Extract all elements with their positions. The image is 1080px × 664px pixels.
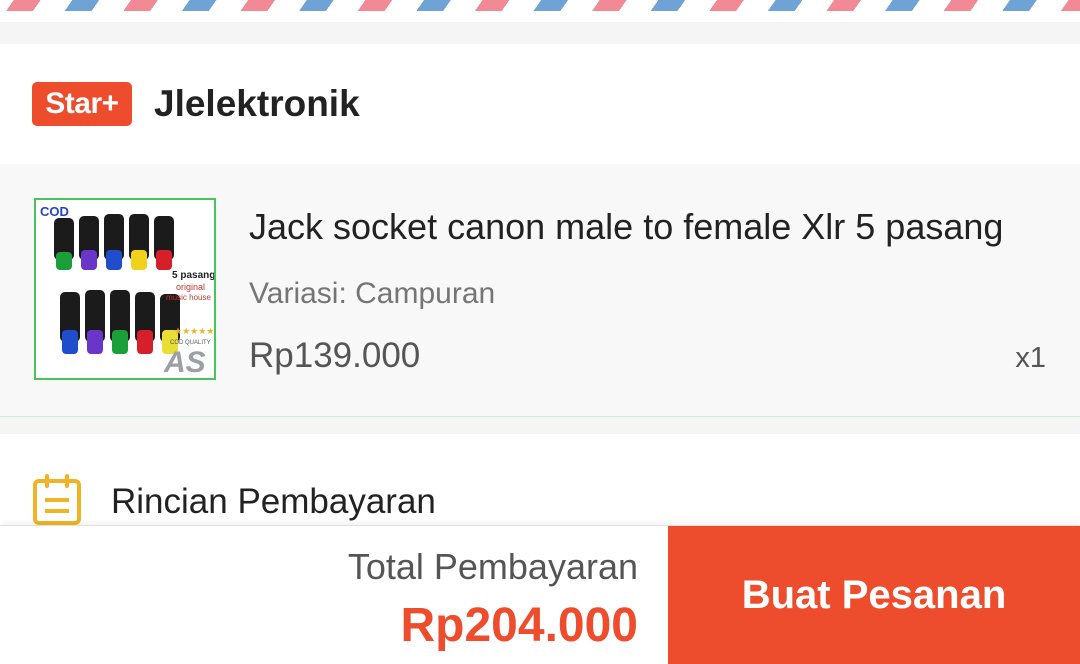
place-order-button[interactable]: Buat Pesanan [668,526,1080,664]
product-thumbnail[interactable]: COD 5 pasang original music house ★★★★★ … [34,198,216,380]
total-payment-label: Total Pembayaran [347,546,638,587]
shop-name[interactable]: Jlelektronik [154,82,360,126]
shop-header: Star+ Jlelektronik [0,44,1080,164]
thumb-pack-text: 5 pasang [172,270,214,281]
airmail-stripe-border [0,0,1080,22]
document-list-icon [32,474,84,531]
thumb-original-text: original [176,282,205,292]
thumb-as-mark: AS [163,346,206,378]
payment-details-title: Rincian Pembayaran [111,482,436,521]
thumb-cod-text: COD [40,204,69,219]
product-variation: Variasi: Campuran [249,277,496,310]
payment-details-section[interactable]: Rincian Pembayaran [0,434,1080,534]
product-title[interactable]: Jack socket canon male to female Xlr 5 p… [249,206,1049,248]
checkout-bar: Total Pembayaran Rp204.000 Buat Pesanan [0,525,1080,664]
product-item[interactable]: COD 5 pasang original music house ★★★★★ … [0,164,1080,417]
svg-text:★★★★★: ★★★★★ [174,327,214,337]
thumb-music-house-text: music house [166,293,211,302]
star-plus-badge: Star+ [32,82,132,126]
product-price: Rp139.000 [249,336,421,375]
product-quantity: x1 [1015,342,1046,374]
total-payment-value: Rp204.000 [400,599,639,652]
